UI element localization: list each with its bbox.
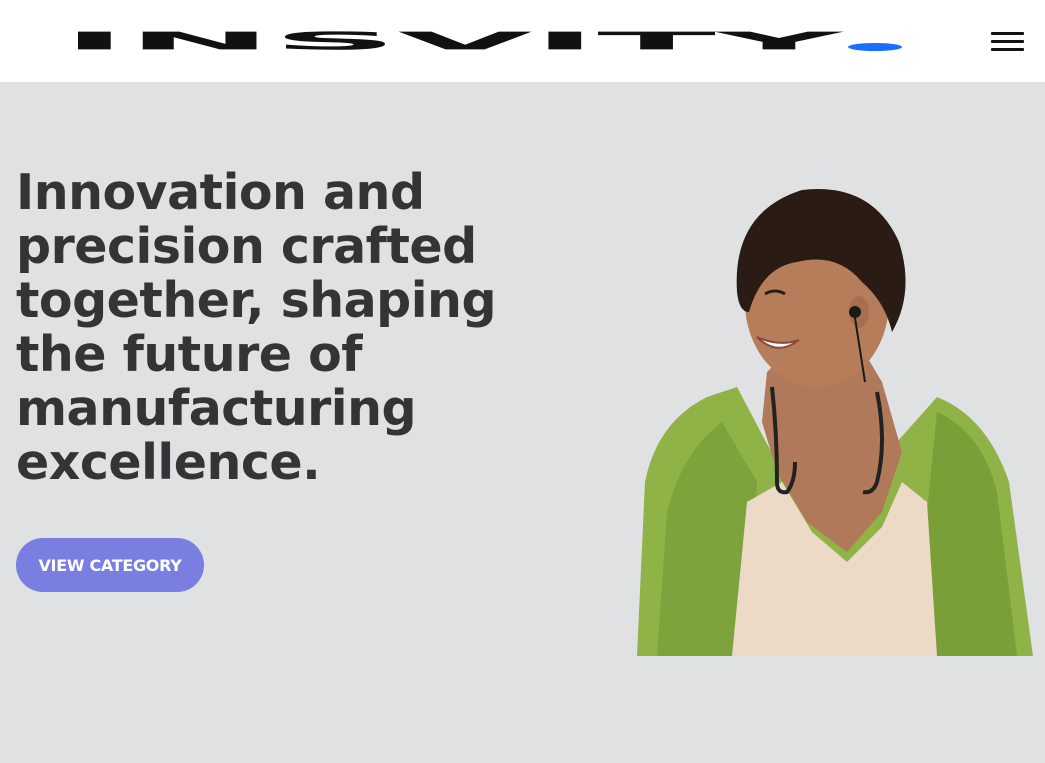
brand-logo-dot [848,43,902,51]
site-header: INSVITY [0,0,1045,82]
brand-logo[interactable]: INSVITY [62,20,907,60]
hero-headline: Innovation and precision crafted togethe… [16,164,497,491]
hero-image [637,182,1033,656]
menu-button[interactable] [987,27,1029,57]
view-category-button[interactable]: VIEW CATEGORY [16,538,204,592]
hero-section: Innovation and precision crafted togethe… [0,82,1045,763]
brand-logo-text: INSVITY [62,27,845,55]
